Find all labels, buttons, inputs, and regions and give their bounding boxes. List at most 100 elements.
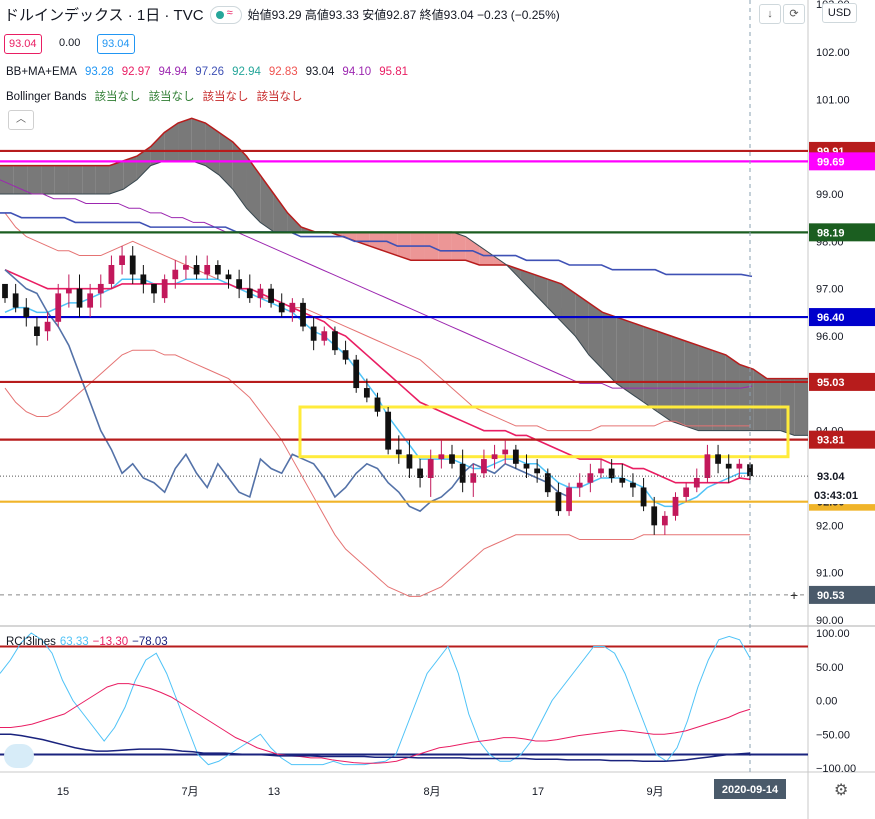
bbmaema-value: 92.94 xyxy=(232,66,261,78)
kumo-cloud-segment xyxy=(178,118,192,161)
time-tick-label: 8月 xyxy=(423,786,440,798)
candle-body xyxy=(598,468,604,474)
candle-body xyxy=(225,274,232,280)
bbmaema-value: 94.94 xyxy=(158,66,188,78)
candle-body xyxy=(12,293,19,308)
candle-body xyxy=(481,459,487,474)
kumo-cloud-segment xyxy=(438,231,452,261)
level-price-label: 96.40 xyxy=(817,312,845,324)
candle-body xyxy=(129,255,136,275)
candle-body xyxy=(576,482,583,488)
arrow-down-icon[interactable]: ↓ xyxy=(759,4,781,24)
bollinger-label: Bollinger Bands xyxy=(6,91,87,103)
rci-tick-label: 0.00 xyxy=(816,696,837,708)
bbmaema-legend[interactable]: BB+MA+EMA 93.28 92.97 94.94 97.26 92.94 92.83 9… xyxy=(6,66,416,78)
price-tick-label: 101.00 xyxy=(816,94,850,106)
bollinger-value: 該当なし xyxy=(94,91,141,103)
symbol-title[interactable]: ドルインデックス · 1日 · TVC xyxy=(4,4,204,25)
candle-body xyxy=(534,468,541,474)
refresh-icon[interactable]: ⟳ xyxy=(783,4,805,24)
rci-legend[interactable]: RCI3lines 63.33 −13.30 −78.03 xyxy=(6,636,168,648)
candle-body xyxy=(619,478,626,483)
candle-body xyxy=(161,279,168,299)
candle-body xyxy=(459,463,466,483)
bbmaema-value: 95.81 xyxy=(379,66,408,78)
kumo-cloud-segment xyxy=(794,378,808,436)
bbmaema-value: 92.97 xyxy=(121,66,151,78)
candle-body xyxy=(449,454,455,464)
candle-body xyxy=(140,274,147,284)
candle-body xyxy=(55,293,62,322)
candle-body xyxy=(363,388,370,398)
rci-value: 63.33 xyxy=(59,636,89,648)
price-tick-label: 97.00 xyxy=(816,284,844,296)
candle-body xyxy=(566,487,572,512)
time-tick-label: 13 xyxy=(268,786,280,798)
kumo-cloud-segment xyxy=(41,165,55,194)
ohlc-readout: 始値93.29 高値93.33 安値92.87 終値93.04 −0.23 (−… xyxy=(247,8,560,22)
kumo-cloud-segment xyxy=(95,165,110,194)
kumo-cloud-segment xyxy=(27,165,42,194)
ask-price-box[interactable]: 93.04 xyxy=(97,34,135,54)
series-rci-long xyxy=(0,733,751,762)
candle-body xyxy=(268,288,274,303)
collapse-legend-button[interactable]: ︿ xyxy=(8,110,34,130)
candle-body xyxy=(491,454,498,460)
candle-body xyxy=(725,463,732,469)
bollinger-legend[interactable]: Bollinger Bands 該当なし 該当なし 該当なし 該当なし xyxy=(6,88,311,104)
price-chart[interactable]: 102.00101.00100.0099.0098.0097.0096.0095… xyxy=(0,0,875,819)
chart-header: ドルインデックス · 1日 · TVC ≈ 始値93.29 高値93.33 安値… xyxy=(4,4,560,25)
candle-body xyxy=(172,269,179,280)
level-price-label: 93.81 xyxy=(817,435,845,447)
candle-body xyxy=(278,302,285,313)
candle-body xyxy=(332,331,338,351)
candle-body xyxy=(289,302,296,313)
rci-value: −78.03 xyxy=(132,636,168,648)
kumo-cloud-segment xyxy=(753,369,767,431)
candle-body xyxy=(470,473,477,483)
bollinger-value: 該当なし xyxy=(256,91,303,103)
bid-price-box[interactable]: 93.04 xyxy=(4,34,42,54)
candle-body xyxy=(44,321,51,332)
candle-body xyxy=(119,255,125,265)
bbmaema-value: 97.26 xyxy=(195,66,225,78)
rci-tick-label: −50.00 xyxy=(816,729,850,741)
bbmaema-value: 93.04 xyxy=(305,66,335,78)
candle-body xyxy=(108,265,115,284)
candle-body xyxy=(193,265,200,275)
gear-icon[interactable]: ⚙ xyxy=(834,780,848,800)
time-tick-label: 15 xyxy=(57,786,69,798)
time-tick-label: 7月 xyxy=(181,786,198,798)
candle-body xyxy=(374,397,381,412)
candle-body xyxy=(183,265,189,270)
candle-body xyxy=(246,288,253,299)
candle-body xyxy=(555,492,562,512)
bbmaema-value: 93.28 xyxy=(84,66,114,78)
kumo-cloud-segment xyxy=(712,350,726,431)
price-tick-label: 92.00 xyxy=(816,520,844,532)
rci-label: RCI3lines xyxy=(6,636,56,648)
market-status-toggle[interactable]: ≈ xyxy=(209,5,242,24)
candle-body xyxy=(640,487,647,507)
spread-value: 0.00 xyxy=(59,37,81,49)
kumo-cloud-segment xyxy=(0,165,14,194)
kumo-cloud-segment xyxy=(13,165,28,194)
bbmaema-label: BB+MA+EMA xyxy=(6,66,77,78)
candle-body xyxy=(427,459,434,478)
kumo-cloud-segment xyxy=(54,165,69,194)
rci-tick-label: −100.00 xyxy=(816,763,856,775)
price-tick-label: 90.00 xyxy=(816,615,844,627)
candle-body xyxy=(65,288,72,294)
kumo-cloud-segment xyxy=(629,321,644,403)
crosshair-plus-icon: + xyxy=(790,587,798,603)
candle-body xyxy=(587,473,594,483)
price-tick-label: 102.00 xyxy=(816,47,850,59)
kumo-cloud-segment xyxy=(643,326,658,412)
candle-body xyxy=(672,496,679,516)
currency-label[interactable]: USD xyxy=(822,3,857,23)
wave-icon: ≈ xyxy=(226,6,233,19)
candle-body xyxy=(353,359,360,389)
candle-body xyxy=(651,506,658,526)
crosshair-price-label: 90.53 xyxy=(817,590,845,602)
kumo-cloud-segment xyxy=(739,364,754,431)
